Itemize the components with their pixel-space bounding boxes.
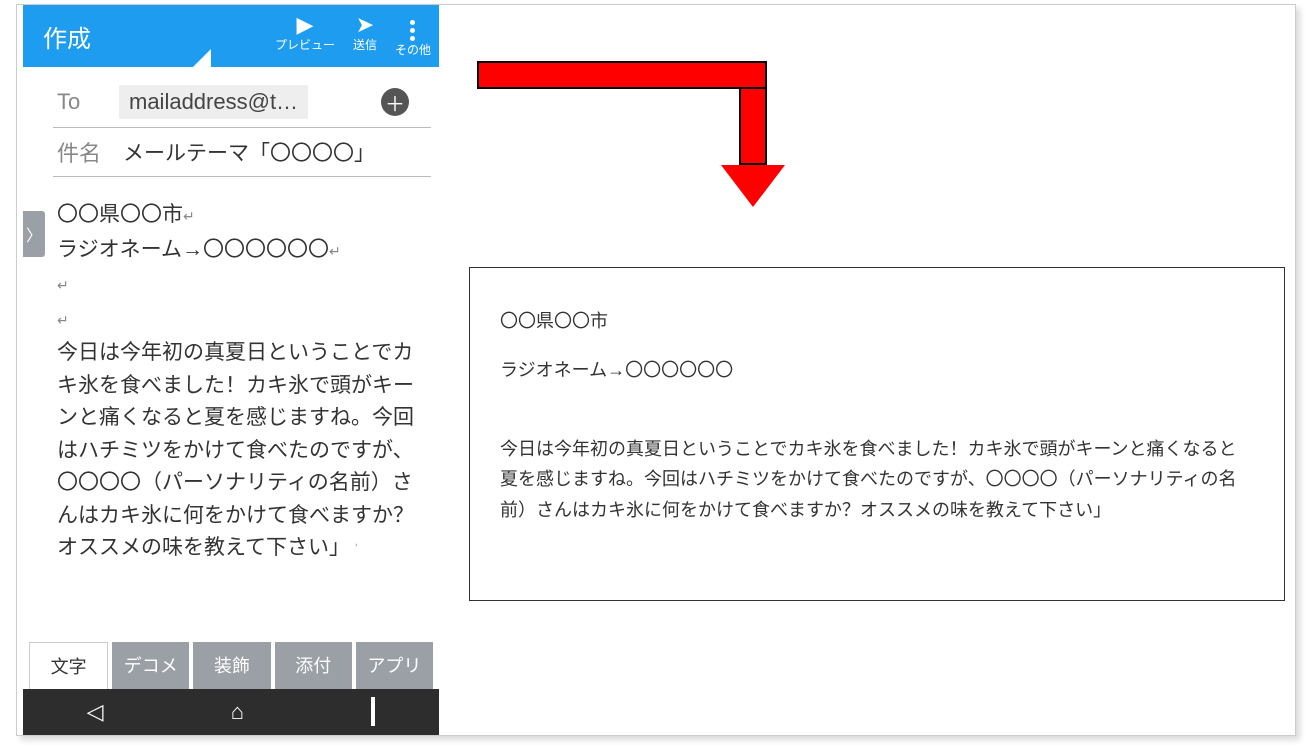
add-recipient-button[interactable]: ＋ [381,88,409,116]
out-line1: 〇〇県〇〇市 [500,306,1254,337]
square-icon [371,697,375,726]
newline-mark-icon: ↵ [183,208,195,224]
more-label: その他 [395,41,431,58]
android-navbar: ◁ ⌂ [23,689,439,735]
more-button[interactable]: その他 [395,14,431,58]
preview-button[interactable]: ▶ プレビュー [275,14,335,53]
to-label: To [57,89,109,115]
recent-button[interactable] [371,699,375,725]
tab-decor[interactable]: 装飾 [193,642,270,689]
send-button[interactable]: ➤ 送信 [353,14,377,53]
tab-attach[interactable]: 添付 [275,642,352,689]
subject-input[interactable]: メールテーマ「〇〇〇〇」 [119,137,375,167]
more-icon [410,14,415,41]
compose-title: 作成 [31,19,91,54]
body-line1: 〇〇県〇〇市 [57,203,183,226]
home-button[interactable]: ⌂ [231,699,244,725]
subject-label: 件名 [57,136,109,168]
flow-arrow-icon [477,61,785,207]
tab-decome[interactable]: デコメ [112,642,189,689]
to-row[interactable]: To mailaddress@t… ＋ [53,77,431,128]
body-paragraph: 今日は今年初の真夏日ということでカキ氷を食べました！カキ氷で頭がキーンと痛くなる… [57,341,414,559]
preview-label: プレビュー [275,36,335,53]
newline-mark-icon: ↵ [329,243,341,259]
title-actions: ▶ プレビュー ➤ 送信 その他 [275,14,431,58]
body-line2: ラジオネーム→〇〇〇〇〇〇 [57,238,329,261]
send-label: 送信 [353,36,377,53]
canvas: 作成 ▶ プレビュー ➤ 送信 その他 To mailaddress@t… [16,4,1296,736]
newline-mark-icon: ↵ [57,312,69,328]
newline-mark-icon: ↵ [57,277,69,293]
compose-titlebar: 作成 ▶ プレビュー ➤ 送信 その他 [23,5,439,67]
bottom-tabbar: 文字 デコメ 装飾 添付 アプリ [23,638,439,689]
phone-mock: 作成 ▶ プレビュー ➤ 送信 その他 To mailaddress@t… [23,5,439,735]
output-preview: 〇〇県〇〇市 ラジオネーム→〇〇〇〇〇〇 今日は今年初の真夏日ということでカキ氷… [469,267,1285,601]
tab-text[interactable]: 文字 [29,642,108,689]
out-line2: ラジオネーム→〇〇〇〇〇〇 [500,355,1254,386]
to-chip[interactable]: mailaddress@t… [119,85,308,119]
body-textarea[interactable]: 〇〇県〇〇市↵ ラジオネーム→〇〇〇〇〇〇↵ ↵ ↵ 今日は今年初の真夏日という… [23,181,439,638]
tab-app[interactable]: アプリ [356,642,433,689]
header-fields: To mailaddress@t… ＋ 件名 メールテーマ「〇〇〇〇」 [23,67,439,181]
back-button[interactable]: ◁ [87,699,104,725]
cursor-mark-icon: ˈ [350,541,359,557]
subject-row[interactable]: 件名 メールテーマ「〇〇〇〇」 [53,128,431,177]
play-icon: ▶ [297,14,314,36]
out-paragraph: 今日は今年初の真夏日ということでカキ氷を食べました！カキ氷で頭がキーンと痛くなる… [500,434,1254,526]
send-icon: ➤ [356,14,374,36]
